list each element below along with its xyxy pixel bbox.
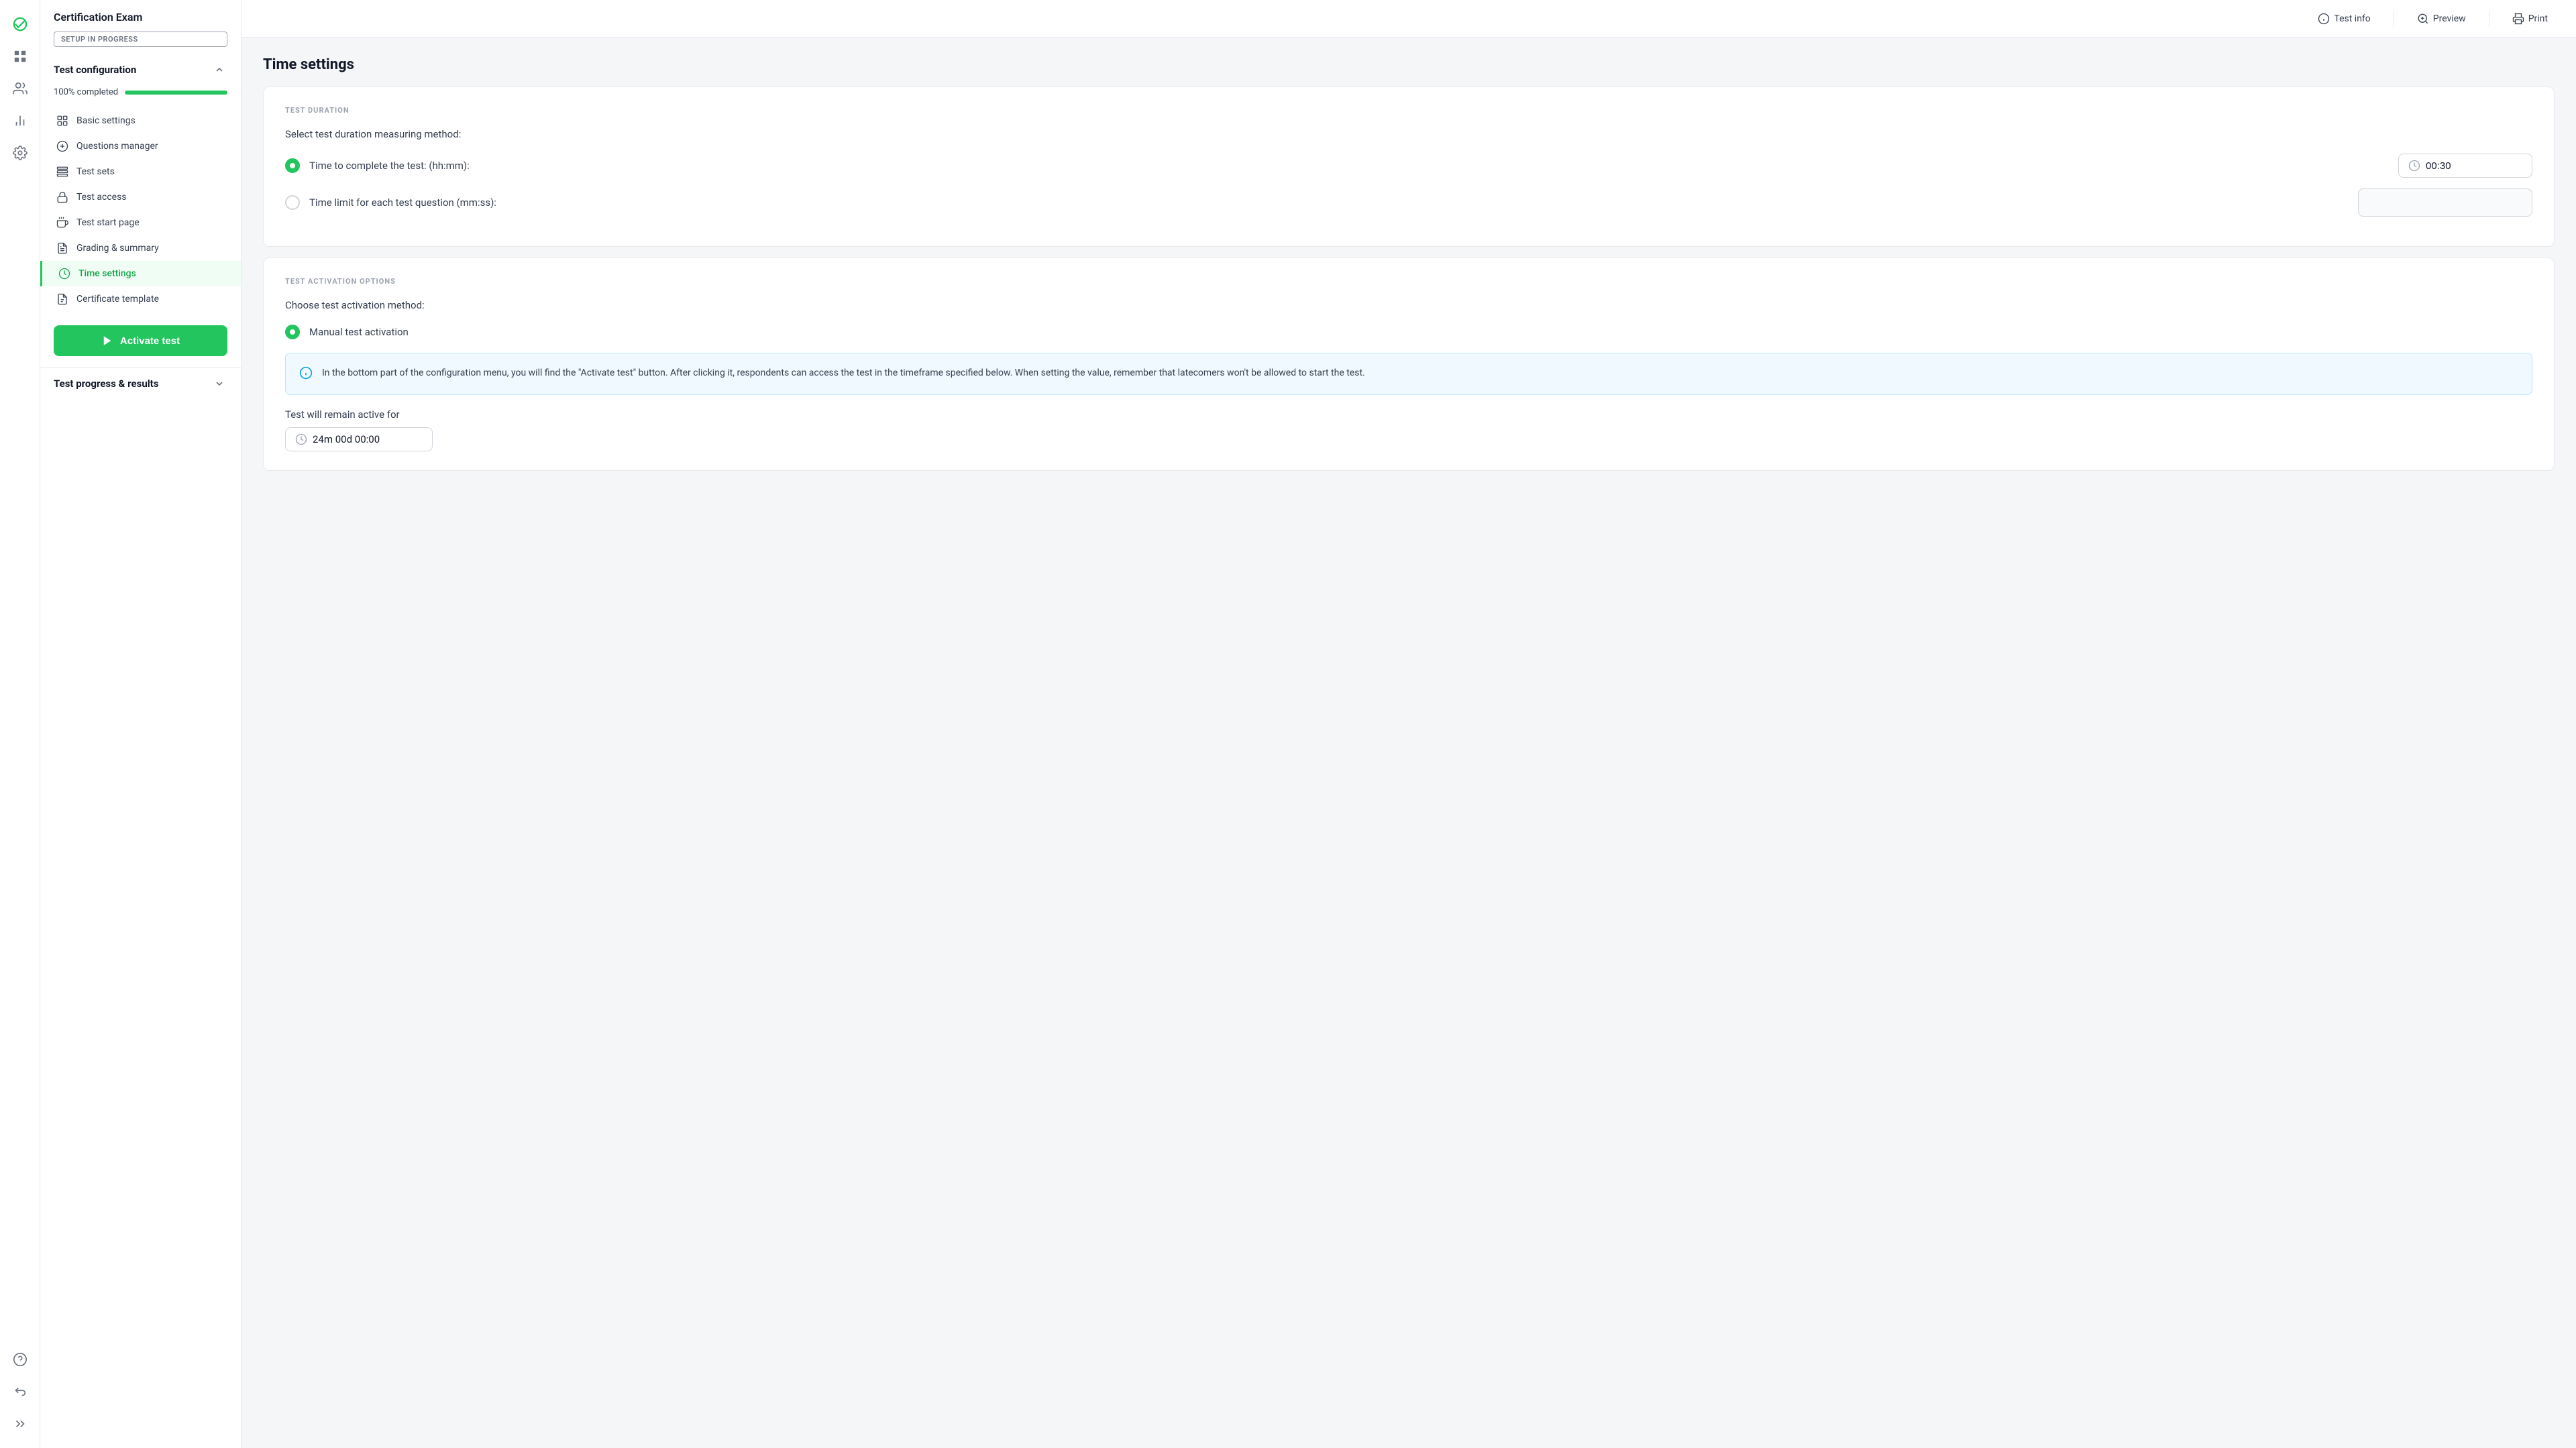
- nav-item-label: Grading & summary: [76, 243, 159, 254]
- activate-test-label: Activate test: [120, 335, 180, 347]
- duration-option2-row: Time limit for each test question (mm:ss…: [285, 188, 2532, 217]
- progress-row: 100% completed: [40, 85, 241, 105]
- test-duration-card: TEST DURATION Select test duration measu…: [263, 87, 2555, 247]
- nav-item-label: Test start page: [76, 217, 140, 228]
- nav-item-label: Test sets: [76, 166, 115, 177]
- nav-item-test-start-page[interactable]: Test start page: [40, 210, 241, 235]
- test-progress-section-header[interactable]: Test progress & results: [40, 367, 241, 400]
- duration-time-input[interactable]: [2398, 154, 2532, 178]
- test-duration-label: TEST DURATION: [285, 106, 2532, 115]
- duration-select-label: Select test duration measuring method:: [285, 128, 2532, 140]
- remain-active-input[interactable]: 24m 00d 00:00: [285, 427, 433, 451]
- test-progress-title: Test progress & results: [54, 378, 158, 390]
- logo-icon[interactable]: [7, 11, 34, 38]
- grading-icon: [56, 242, 68, 254]
- nav-item-label: Questions manager: [76, 141, 158, 152]
- apps-icon[interactable]: [7, 43, 34, 70]
- test-config-title: Test configuration: [54, 64, 136, 76]
- content-area: Time settings TEST DURATION Select test …: [241, 38, 2576, 500]
- sidebar: Certification Exam SETUP IN PROGRESS Tes…: [40, 0, 241, 1448]
- test-access-icon: [56, 191, 68, 203]
- nav-item-test-access[interactable]: Test access: [40, 184, 241, 210]
- test-config-section-header[interactable]: Test configuration: [40, 55, 241, 85]
- nav-item-label: Test access: [76, 192, 127, 203]
- users-icon[interactable]: [7, 75, 34, 102]
- nav-item-label: Certificate template: [76, 294, 159, 304]
- nav-item-label: Basic settings: [76, 115, 136, 126]
- main-content: Test info Preview Print Time settings TE…: [241, 0, 2576, 1448]
- test-activation-label: TEST ACTIVATION OPTIONS: [285, 277, 2532, 286]
- info-icon: [2318, 13, 2330, 25]
- questions-manager-icon: [56, 140, 68, 152]
- clock-icon: [2408, 160, 2420, 172]
- duration-question-input[interactable]: [2358, 188, 2532, 217]
- expand-icon[interactable]: [7, 1410, 34, 1437]
- nav-item-time-settings[interactable]: Time settings: [40, 261, 241, 286]
- preview-label: Preview: [2433, 13, 2466, 24]
- test-progress-chevron-icon: [211, 376, 227, 392]
- basic-settings-icon: [56, 115, 68, 127]
- duration-option2-label: Time limit for each test question (mm:ss…: [309, 197, 2349, 209]
- activate-test-button[interactable]: Activate test: [54, 325, 227, 356]
- remain-active-value: 24m 00d 00:00: [313, 433, 380, 445]
- page-title-sidebar: Certification Exam: [40, 0, 241, 23]
- nav-items: Basic settings Questions manager Test se…: [40, 105, 241, 315]
- activation-option1-row: Manual test activation: [285, 325, 2532, 339]
- time-settings-icon: [58, 268, 70, 280]
- page-title: Time settings: [263, 56, 2555, 73]
- info-box-text: In the bottom part of the configuration …: [322, 366, 1365, 382]
- nav-item-basic-settings[interactable]: Basic settings: [40, 108, 241, 133]
- remain-active-label: Test will remain active for: [285, 408, 2532, 421]
- top-bar: Test info Preview Print: [241, 0, 2576, 38]
- test-config-chevron-icon: [211, 62, 227, 78]
- preview-button[interactable]: Preview: [2410, 9, 2473, 29]
- play-icon: [101, 335, 113, 347]
- duration-time-field[interactable]: [2426, 160, 2522, 172]
- help-icon[interactable]: [7, 1346, 34, 1373]
- test-activation-card: TEST ACTIVATION OPTIONS Choose test acti…: [263, 258, 2555, 471]
- activation-info-box: In the bottom part of the configuration …: [285, 353, 2532, 395]
- settings-icon[interactable]: [7, 140, 34, 166]
- nav-item-test-sets[interactable]: Test sets: [40, 159, 241, 184]
- analytics-icon[interactable]: [7, 107, 34, 134]
- status-badge: SETUP IN PROGRESS: [54, 32, 227, 47]
- print-button[interactable]: Print: [2506, 9, 2555, 29]
- duration-option1-label: Time to complete the test: (hh:mm):: [309, 160, 2389, 172]
- duration-option2-radio[interactable]: [285, 195, 300, 210]
- nav-item-certificate-template[interactable]: Certificate template: [40, 286, 241, 312]
- clock-icon2: [295, 433, 307, 445]
- duration-option1-row: Time to complete the test: (hh:mm):: [285, 154, 2532, 178]
- test-info-button[interactable]: Test info: [2311, 9, 2377, 29]
- print-icon: [2512, 13, 2524, 25]
- info-box-icon: [299, 366, 313, 382]
- duration-option1-radio[interactable]: [285, 158, 300, 173]
- nav-item-questions-manager[interactable]: Questions manager: [40, 133, 241, 159]
- certificate-icon: [56, 293, 68, 305]
- test-sets-icon: [56, 166, 68, 178]
- preview-icon: [2417, 13, 2429, 25]
- progress-bar-fill: [125, 91, 227, 95]
- test-start-page-icon: [56, 217, 68, 229]
- print-label: Print: [2528, 13, 2548, 24]
- activation-select-label: Choose test activation method:: [285, 299, 2532, 311]
- manual-activation-label: Manual test activation: [309, 326, 2532, 338]
- progress-label: 100% completed: [54, 87, 118, 97]
- test-info-label: Test info: [2334, 13, 2370, 24]
- icon-bar: [0, 0, 40, 1448]
- nav-item-label: Time settings: [78, 268, 136, 279]
- back-icon[interactable]: [7, 1378, 34, 1405]
- progress-bar-bg: [125, 91, 227, 95]
- activation-option1-radio[interactable]: [285, 325, 300, 339]
- nav-item-grading-summary[interactable]: Grading & summary: [40, 235, 241, 261]
